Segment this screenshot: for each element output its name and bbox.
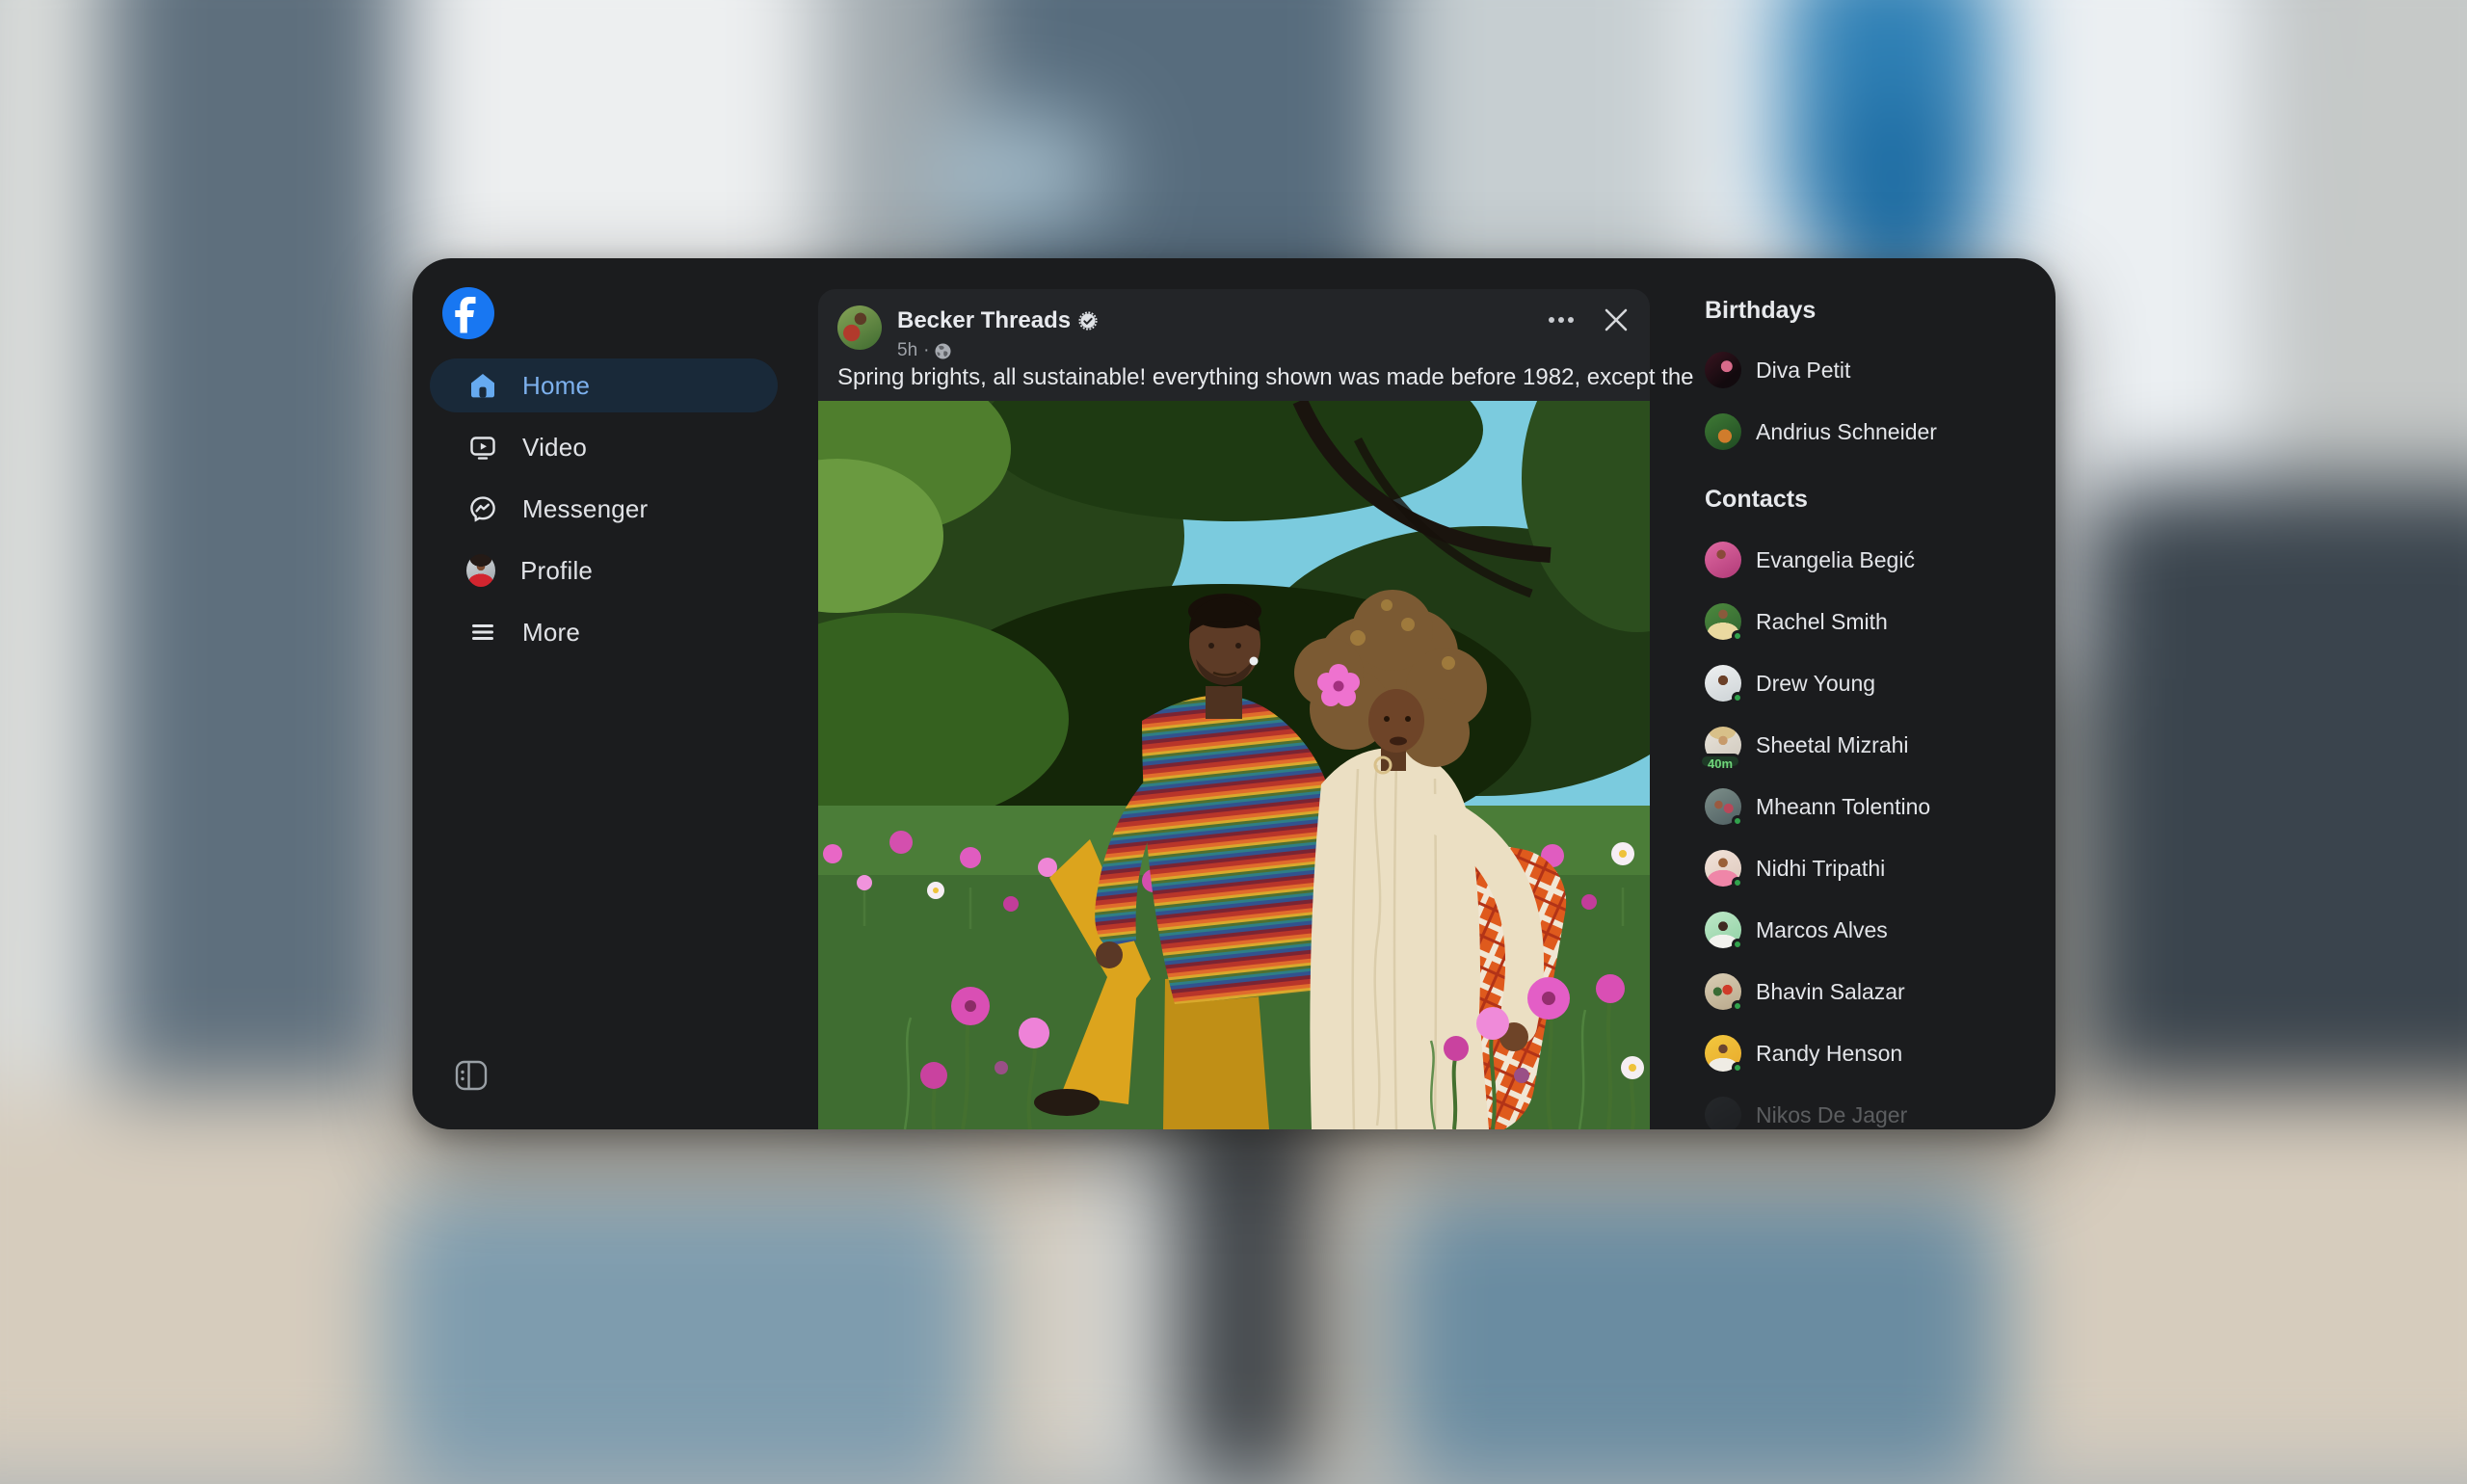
person-name: Evangelia Begić: [1756, 547, 1915, 573]
sidebar-item-home[interactable]: Home: [430, 358, 778, 412]
sidebar-item-label: Profile: [520, 556, 593, 586]
close-icon: [1604, 307, 1629, 332]
online-dot: [1732, 815, 1743, 827]
birthday-row[interactable]: Andrius Schneider: [1705, 401, 2056, 463]
sidebar-toggle-icon: [455, 1060, 488, 1091]
person-name: Diva Petit: [1756, 358, 1850, 384]
contact-row[interactable]: Mheann Tolentino: [1705, 776, 2056, 837]
avatar: [1705, 542, 1741, 578]
person-name: Marcos Alves: [1756, 917, 1888, 943]
contacts-heading: Contacts: [1705, 486, 1808, 514]
contact-row[interactable]: Nidhi Tripathi: [1705, 837, 2056, 899]
facebook-window: Home Video Messenger Profile: [412, 258, 2056, 1129]
birthdays-heading: Birthdays: [1705, 297, 1816, 325]
person-name: Nidhi Tripathi: [1756, 856, 1885, 882]
online-dot: [1732, 630, 1743, 642]
birthdays-list: Diva Petit Andrius Schneider: [1705, 339, 2056, 463]
contact-row[interactable]: Rachel Smith: [1705, 591, 2056, 652]
close-button[interactable]: [1604, 307, 1629, 332]
post-author-name[interactable]: Becker Threads: [897, 307, 1071, 334]
post-photo[interactable]: [818, 401, 1650, 1129]
post-text: Spring brights, all sustainable! everyth…: [837, 364, 1608, 391]
person-name: Andrius Schneider: [1756, 419, 1937, 445]
sidebar-item-label: Video: [522, 433, 587, 463]
facebook-logo[interactable]: [442, 287, 494, 339]
sidebar-toggle-button[interactable]: [455, 1060, 488, 1091]
sidebar-nav: Home Video Messenger Profile: [430, 358, 778, 667]
messenger-icon: [468, 494, 497, 523]
post-card: Becker Threads 5h ·: [818, 289, 1650, 1129]
contact-row[interactable]: Nikos De Jager: [1705, 1084, 2056, 1129]
person-name: Randy Henson: [1756, 1041, 1902, 1067]
post-author-avatar[interactable]: [837, 305, 882, 350]
sidebar-item-video[interactable]: Video: [430, 420, 778, 474]
avatar: [1705, 1097, 1741, 1129]
person-name: Nikos De Jager: [1756, 1102, 1907, 1128]
online-dot: [1732, 1000, 1743, 1012]
more-icon: [468, 618, 497, 647]
person-name: Rachel Smith: [1756, 609, 1888, 635]
contact-row[interactable]: 40m Sheetal Mizrahi: [1705, 714, 2056, 776]
more-options-button[interactable]: [1548, 316, 1575, 324]
person-name: Bhavin Salazar: [1756, 979, 1905, 1005]
person-name: Drew Young: [1756, 671, 1875, 697]
right-rail: Birthdays Diva Petit Andrius Schneider C…: [1705, 258, 2056, 1129]
post-timestamp: 5h: [897, 340, 917, 361]
sidebar-item-profile[interactable]: Profile: [430, 543, 778, 597]
avatar: [1705, 413, 1741, 450]
birthday-row[interactable]: Diva Petit: [1705, 339, 2056, 401]
sidebar-item-messenger[interactable]: Messenger: [430, 482, 778, 536]
contacts-list: Evangelia Begić Rachel Smith Drew Young …: [1705, 529, 2056, 1129]
online-dot: [1732, 692, 1743, 703]
avatar: [1705, 352, 1741, 388]
sidebar-item-more[interactable]: More: [430, 605, 778, 659]
online-dot: [1732, 1062, 1743, 1073]
contact-row[interactable]: Evangelia Begić: [1705, 529, 2056, 591]
sidebar-item-label: More: [522, 618, 580, 648]
globe-audience-icon: [935, 343, 951, 359]
contact-row[interactable]: Marcos Alves: [1705, 899, 2056, 961]
contact-row[interactable]: Drew Young: [1705, 652, 2056, 714]
person-name: Mheann Tolentino: [1756, 794, 1930, 820]
contact-row[interactable]: Randy Henson: [1705, 1022, 2056, 1084]
person-name: Sheetal Mizrahi: [1756, 732, 1909, 758]
video-icon: [468, 433, 497, 462]
more-options-icon: [1548, 316, 1575, 324]
online-dot: [1732, 939, 1743, 950]
home-icon: [468, 371, 497, 400]
profile-avatar: [466, 554, 495, 587]
active-time-badge: 40m: [1699, 754, 1741, 769]
online-dot: [1732, 877, 1743, 888]
contact-row[interactable]: Bhavin Salazar: [1705, 961, 2056, 1022]
sidebar-item-label: Messenger: [522, 494, 648, 524]
verified-badge-icon: [1078, 311, 1098, 331]
post-header: Becker Threads 5h ·: [837, 305, 1098, 361]
sidebar-item-label: Home: [522, 371, 590, 401]
